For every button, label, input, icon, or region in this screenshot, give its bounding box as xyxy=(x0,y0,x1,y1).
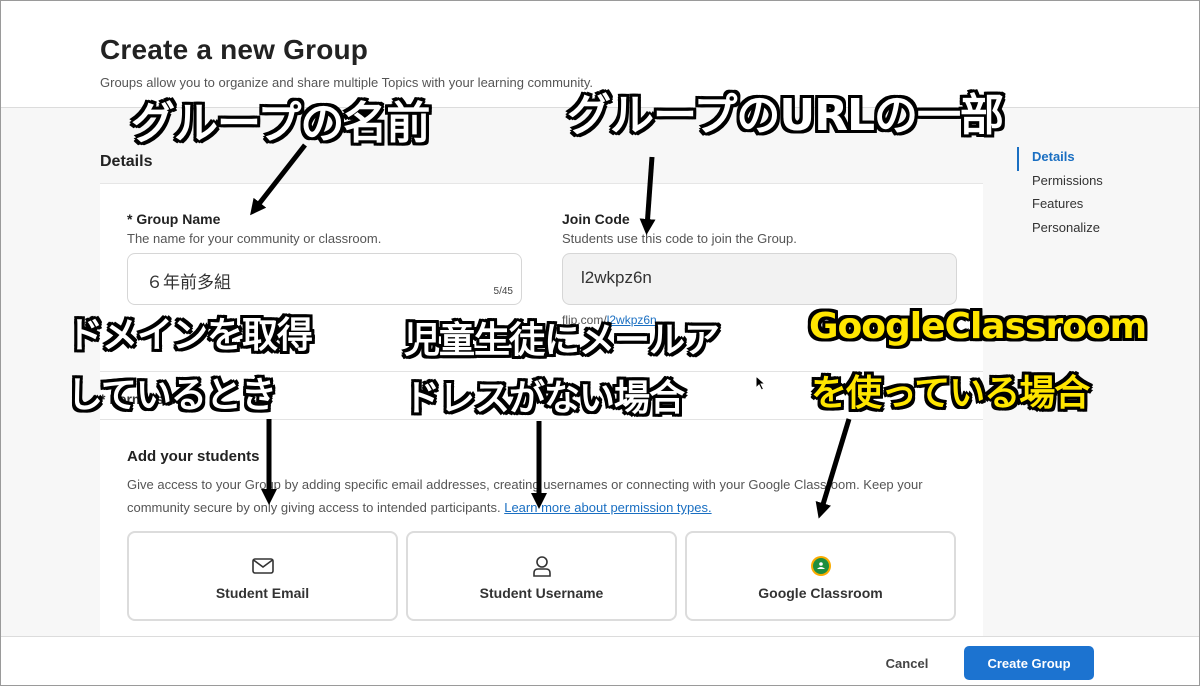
app-window: Create a new Group Groups allow you to o… xyxy=(0,0,1200,686)
google-classroom-icon xyxy=(808,555,834,577)
person-icon xyxy=(529,555,555,577)
section-nav: Details Permissions Features Personalize xyxy=(1017,147,1103,241)
add-students-description: Give access to your Group by adding spec… xyxy=(127,473,957,519)
char-counter: 5/45 xyxy=(493,286,513,297)
student-email-option[interactable]: Student Email xyxy=(127,531,398,621)
google-classroom-option[interactable]: Google Classroom xyxy=(685,531,956,621)
annotation-gc-2: を使っている場合 xyxy=(811,373,1090,414)
envelope-icon xyxy=(250,555,276,577)
cursor-icon xyxy=(755,375,767,391)
create-group-button[interactable]: Create Group xyxy=(964,646,1094,680)
student-username-option[interactable]: Student Username xyxy=(406,531,677,621)
join-code-input[interactable]: l2wkpz6n xyxy=(562,253,957,305)
annotation-url-part: グループのURLの一部 xyxy=(567,90,1004,141)
group-name-help: The name for your community or classroom… xyxy=(127,231,382,246)
cancel-button[interactable]: Cancel xyxy=(869,647,945,679)
add-students-title: Add your students xyxy=(127,448,260,465)
student-email-label: Student Email xyxy=(215,585,310,601)
page-title: Create a new Group xyxy=(100,34,369,65)
annotation-no-email-1: 児童生徒にメールア xyxy=(404,320,720,361)
join-code-help: Students use this code to join the Group… xyxy=(562,231,797,246)
nav-details[interactable]: Details xyxy=(1017,147,1103,171)
group-name-input[interactable]: ６年前多組 5/45 xyxy=(127,253,522,305)
annotation-no-email-2: ドレスがない場合 xyxy=(404,378,685,419)
nav-features[interactable]: Features xyxy=(1017,194,1103,218)
student-username-label: Student Username xyxy=(479,585,604,601)
join-code-label: Join Code xyxy=(562,211,630,227)
details-section-title: Details xyxy=(100,153,153,170)
annotation-group-name: グループの名前 xyxy=(131,98,430,149)
annotation-domain-2: しているとき xyxy=(67,375,277,416)
group-name-value: ６年前多組 xyxy=(146,273,231,292)
join-code-value: l2wkpz6n xyxy=(581,268,652,287)
group-name-label: * Group Name xyxy=(127,211,221,227)
nav-permissions[interactable]: Permissions xyxy=(1017,171,1103,195)
google-classroom-label: Google Classroom xyxy=(758,585,883,601)
learn-more-link[interactable]: Learn more about permission types. xyxy=(504,500,711,515)
annotation-gc-1: GoogleClassroom xyxy=(809,306,1147,347)
nav-personalize[interactable]: Personalize xyxy=(1017,218,1103,242)
annotation-domain-1: ドメインを取得 xyxy=(67,315,313,356)
